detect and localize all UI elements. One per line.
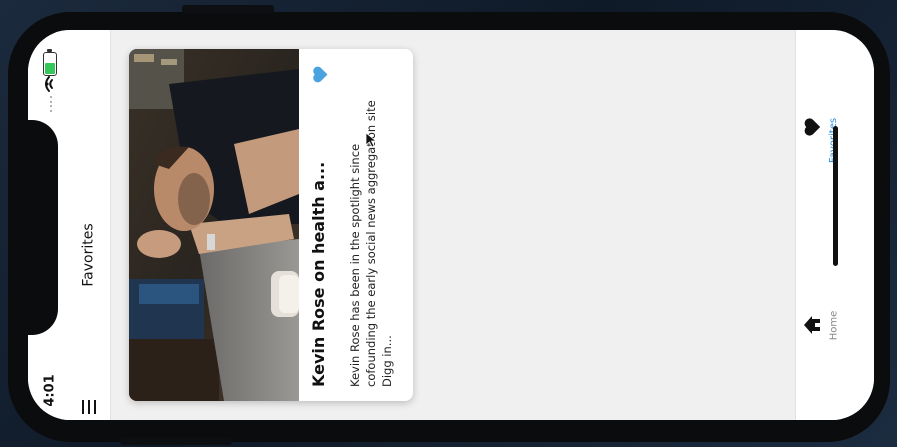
description-line: Kevin Rose has been in the spotlight sin…	[348, 143, 362, 387]
home-indicator	[833, 126, 838, 266]
signal-dots	[50, 96, 53, 112]
status-time: 4:01	[42, 373, 58, 407]
volume-button	[182, 5, 274, 13]
description-line: Digg in...	[380, 335, 394, 387]
app-screen: 4:01 Favorites Kevin Rose on health a...…	[28, 30, 874, 420]
tab-label: Home	[828, 310, 840, 340]
heart-icon	[804, 118, 821, 136]
article-image[interactable]	[129, 49, 299, 401]
page-title: Favorites	[81, 223, 97, 287]
cursor-icon	[365, 132, 378, 148]
side-button	[120, 438, 232, 445]
menu-icon[interactable]	[82, 400, 96, 414]
description-line: cofounding the early social news aggrega…	[364, 100, 378, 387]
battery-icon	[43, 49, 57, 76]
tab-home[interactable]: Home	[796, 275, 874, 375]
article-title: Kevin Rose on health a...	[309, 161, 328, 387]
device-notch	[28, 120, 58, 335]
favorite-heart-icon[interactable]	[311, 66, 329, 83]
home-icon	[804, 316, 820, 334]
wifi-icon	[45, 76, 53, 92]
top-bar: 4:01 Favorites	[28, 30, 111, 420]
article-card[interactable]: Kevin Rose on health a... Kevin Rose has…	[129, 49, 413, 401]
article-description: Kevin Rose has been in the spotlight sin…	[347, 57, 395, 387]
article-text[interactable]: Kevin Rose on health a... Kevin Rose has…	[299, 49, 413, 401]
